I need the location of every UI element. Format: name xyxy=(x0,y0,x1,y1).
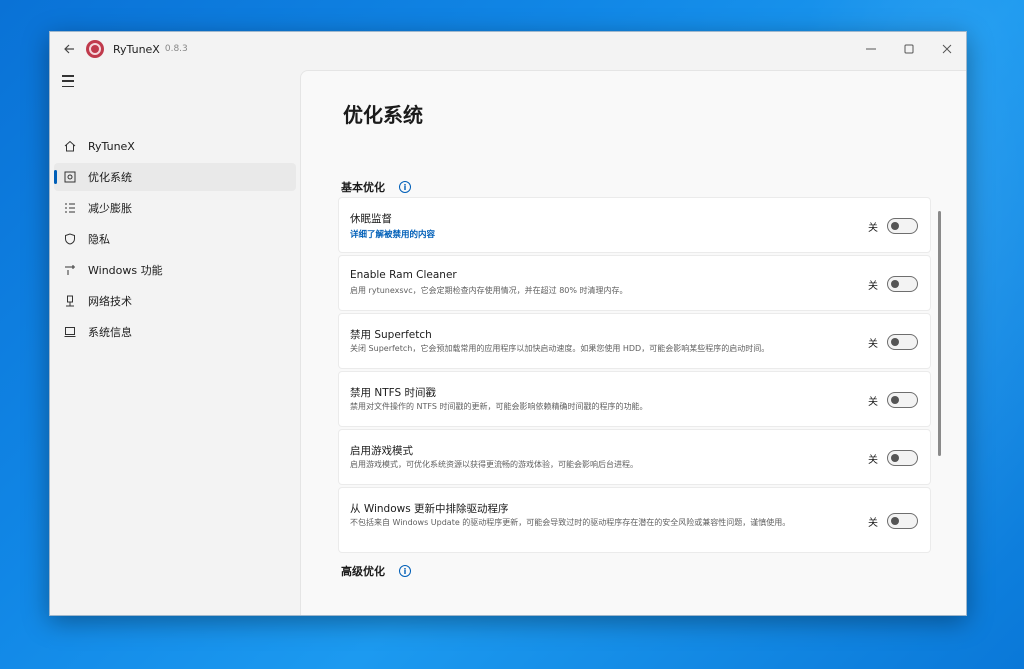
section-label: 高级优化 xyxy=(341,565,385,578)
toggle-switch[interactable] xyxy=(887,450,918,466)
card-description: 禁用对文件操作的 NTFS 时间戳的更新，可能会影响依赖精确时间戳的程序的功能。 xyxy=(350,402,648,411)
setting-card-superfetch: 禁用 Superfetch 关闭 Superfetch，它会预加载常用的应用程序… xyxy=(338,313,931,369)
main-content: 优化系统 基本优化 i 休眠监督 详细了解被禁用的内容 关 Enable Ram… xyxy=(300,70,966,616)
app-title: RyTuneX xyxy=(113,42,160,56)
setting-card-exclude-drivers: 从 Windows 更新中排除驱动程序 不包括来自 Windows Update… xyxy=(338,487,931,553)
toggle-state-label: 关 xyxy=(868,281,878,292)
section-header-advanced: 高级优化 i xyxy=(341,563,411,579)
card-title: Enable Ram Cleaner xyxy=(350,269,457,281)
app-window: RyTuneX 0.8.3 RyTuneX 优化系统 减少膨胀 隐私 Windo… xyxy=(49,31,967,616)
card-description: 启用游戏模式，可优化系统资源以获得更流畅的游戏体验，可能会影响后台进程。 xyxy=(350,460,638,469)
card-title: 休眠监督 xyxy=(350,213,392,225)
toggle-switch[interactable] xyxy=(887,513,918,529)
title-bar: RyTuneX 0.8.3 xyxy=(50,32,966,66)
minimize-icon[interactable] xyxy=(852,32,890,66)
shield-icon xyxy=(62,231,78,247)
divider xyxy=(338,615,931,616)
sidebar-item-label: 系统信息 xyxy=(88,326,132,339)
sidebar-item-windows-features[interactable]: Windows 功能 xyxy=(54,256,296,284)
sidebar-item-network[interactable]: 网络技术 xyxy=(54,287,296,315)
toggle-state-label: 关 xyxy=(868,397,878,408)
sidebar-item-label: 网络技术 xyxy=(88,295,132,308)
info-icon[interactable]: i xyxy=(399,565,411,577)
card-description: 关闭 Superfetch，它会预加载常用的应用程序以加快启动速度。如果您使用 … xyxy=(350,344,770,353)
section-label: 基本优化 xyxy=(341,181,385,194)
sidebar-item-label: 优化系统 xyxy=(88,171,132,184)
setting-card-ntfs-timestamp: 禁用 NTFS 时间戳 禁用对文件操作的 NTFS 时间戳的更新，可能会影响依赖… xyxy=(338,371,931,427)
card-description: 启用 rytunexsvc，它会定期检查内存使用情况，并在超过 80% 时清理内… xyxy=(350,286,628,295)
card-description: 不包括来自 Windows Update 的驱动程序更新，可能会导致过时的驱动程… xyxy=(350,518,791,527)
optimize-icon xyxy=(62,169,78,185)
sidebar-item-system-info[interactable]: 系统信息 xyxy=(54,318,296,346)
toggle-state-label: 关 xyxy=(868,455,878,466)
toggle-switch[interactable] xyxy=(887,276,918,292)
info-icon[interactable]: i xyxy=(399,181,411,193)
sidebar: RyTuneX 优化系统 减少膨胀 隐私 Windows 功能 网络技术 系统信… xyxy=(50,66,300,615)
network-icon xyxy=(62,293,78,309)
setting-card-game-mode: 启用游戏模式 启用游戏模式，可优化系统资源以获得更流畅的游戏体验，可能会影响后台… xyxy=(338,429,931,485)
card-title: 禁用 Superfetch xyxy=(350,329,432,341)
scrollbar[interactable] xyxy=(938,211,941,456)
sidebar-item-label: RyTuneX xyxy=(88,139,135,153)
sidebar-item-settings[interactable]: 设置 xyxy=(54,614,296,615)
sidebar-item-label: 减少膨胀 xyxy=(88,202,132,215)
sidebar-item-optimize[interactable]: 优化系统 xyxy=(54,163,296,191)
hamburger-icon[interactable] xyxy=(62,74,78,88)
card-title: 从 Windows 更新中排除驱动程序 xyxy=(350,503,509,515)
toggle-state-label: 关 xyxy=(868,223,878,234)
toggle-switch[interactable] xyxy=(887,392,918,408)
learn-more-link[interactable]: 详细了解被禁用的内容 xyxy=(350,228,435,240)
card-title: 启用游戏模式 xyxy=(350,445,413,457)
app-version: 0.8.3 xyxy=(164,44,188,54)
maximize-icon[interactable] xyxy=(890,32,928,66)
toggle-state-label: 关 xyxy=(868,339,878,350)
app-logo-icon xyxy=(86,40,104,58)
setting-card-ram-cleaner: Enable Ram Cleaner 启用 rytunexsvc，它会定期检查内… xyxy=(338,255,931,311)
home-icon xyxy=(62,138,78,154)
sidebar-item-label: Windows 功能 xyxy=(88,264,163,277)
toggle-switch[interactable] xyxy=(887,218,918,234)
sidebar-item-debloat[interactable]: 减少膨胀 xyxy=(54,194,296,222)
window-controls xyxy=(852,32,966,66)
card-title: 禁用 NTFS 时间戳 xyxy=(350,387,436,399)
page-title: 优化系统 xyxy=(343,103,423,127)
sidebar-item-privacy[interactable]: 隐私 xyxy=(54,225,296,253)
back-arrow-icon[interactable] xyxy=(52,32,86,66)
sidebar-item-home[interactable]: RyTuneX xyxy=(54,132,296,160)
sidebar-item-label: 隐私 xyxy=(88,233,110,246)
close-icon[interactable] xyxy=(928,32,966,66)
section-header-basic: 基本优化 i xyxy=(341,179,411,195)
computer-icon xyxy=(62,324,78,340)
debloat-icon xyxy=(62,200,78,216)
toggle-switch[interactable] xyxy=(887,334,918,350)
setting-card-hibernation: 休眠监督 详细了解被禁用的内容 关 xyxy=(338,197,931,253)
features-icon xyxy=(62,262,78,278)
toggle-state-label: 关 xyxy=(868,518,878,529)
